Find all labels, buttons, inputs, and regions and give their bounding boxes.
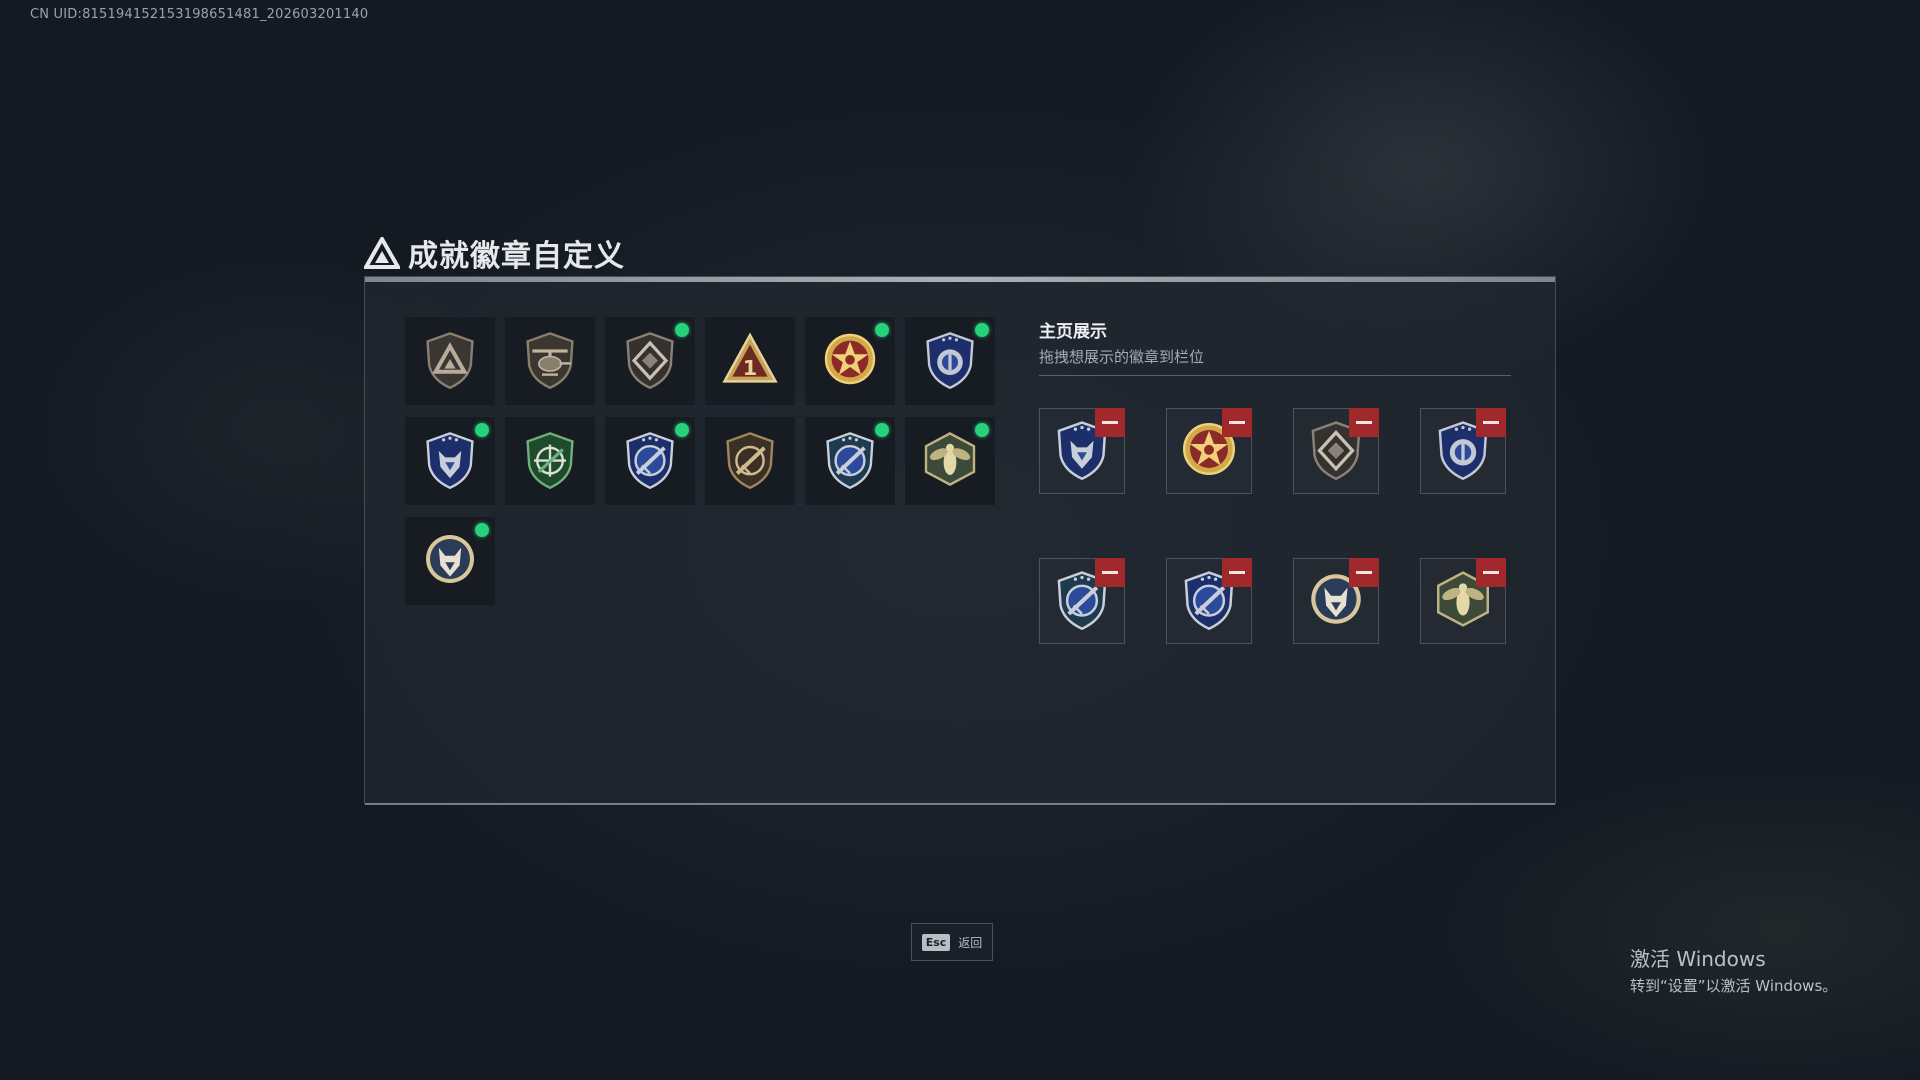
svg-text:1: 1 xyxy=(743,356,757,380)
blue-rifle-shield-badge-icon xyxy=(618,427,682,495)
minus-icon xyxy=(1356,421,1372,424)
badge-slot[interactable] xyxy=(605,417,695,505)
badge-slot[interactable] xyxy=(405,417,495,505)
badge-slot[interactable] xyxy=(905,317,995,405)
showcase-slot[interactable] xyxy=(1420,558,1506,644)
new-indicator-dot xyxy=(675,323,689,337)
remove-badge-button[interactable] xyxy=(1476,558,1506,587)
badge-slot[interactable] xyxy=(605,317,695,405)
new-indicator-dot xyxy=(975,423,989,437)
new-indicator-dot xyxy=(675,423,689,437)
showcase-slot[interactable] xyxy=(1039,408,1125,494)
helicopter-badge-icon xyxy=(518,327,582,395)
badge-inventory-grid: 1 xyxy=(405,317,1005,605)
triangle-logo-icon xyxy=(364,237,400,269)
hornet-hexagon-badge-icon xyxy=(918,427,982,495)
activation-subtitle: 转到“设置”以激活 Windows。 xyxy=(1630,977,1838,995)
minus-icon xyxy=(1102,571,1118,574)
green-crosshair-badge-icon xyxy=(518,427,582,495)
showcase-slot[interactable] xyxy=(1166,408,1252,494)
showcase-title: 主页展示 xyxy=(1039,322,1107,342)
minus-icon xyxy=(1102,421,1118,424)
minus-icon xyxy=(1229,421,1245,424)
remove-badge-button[interactable] xyxy=(1222,408,1252,437)
showcase-slot[interactable] xyxy=(1293,408,1379,494)
remove-badge-button[interactable] xyxy=(1222,558,1252,587)
showcase-slot[interactable] xyxy=(1293,558,1379,644)
panel-top-border xyxy=(365,277,1555,282)
uid-label: CN UID:815194152153198651481_20260320114… xyxy=(30,7,369,22)
triangle-shield-badge-icon xyxy=(418,327,482,395)
minus-icon xyxy=(1356,571,1372,574)
remove-badge-button[interactable] xyxy=(1095,558,1125,587)
badge-slot[interactable] xyxy=(805,417,895,505)
windows-activation-watermark: 激活 Windows 转到“设置”以激活 Windows。 xyxy=(1630,943,1837,996)
panel-bottom-border xyxy=(365,803,1555,805)
number-one-triangle-badge-icon: 1 xyxy=(718,327,782,395)
page-title: 成就徽章自定义 xyxy=(408,239,625,274)
homepage-showcase: 主页展示 拖拽想展示的徽章到栏位 xyxy=(1039,317,1511,644)
teal-rifle-shield-badge-icon xyxy=(818,427,882,495)
showcase-subtitle: 拖拽想展示的徽章到栏位 xyxy=(1039,348,1205,366)
wolf-round-badge-icon xyxy=(418,527,482,595)
remove-badge-button[interactable] xyxy=(1349,408,1379,437)
badge-slot[interactable] xyxy=(505,417,595,505)
badge-slot[interactable] xyxy=(505,317,595,405)
new-indicator-dot xyxy=(875,423,889,437)
badge-slot[interactable]: 1 xyxy=(705,317,795,405)
badge-slot[interactable] xyxy=(705,417,795,505)
new-indicator-dot xyxy=(975,323,989,337)
bronze-rifle-shield-badge-icon xyxy=(718,427,782,495)
page-header: 成就徽章自定义 xyxy=(364,232,625,274)
new-indicator-dot xyxy=(875,323,889,337)
showcase-slot[interactable] xyxy=(1166,558,1252,644)
esc-key-icon: Esc xyxy=(921,933,951,951)
back-button[interactable]: Esc 返回 xyxy=(911,923,993,961)
remove-badge-button[interactable] xyxy=(1349,558,1379,587)
showcase-slot[interactable] xyxy=(1039,558,1125,644)
activation-title: 激活 Windows xyxy=(1630,947,1766,971)
minus-icon xyxy=(1483,571,1499,574)
new-indicator-dot xyxy=(475,423,489,437)
blue-wolf-shield-badge-icon xyxy=(418,427,482,495)
badge-slot[interactable] xyxy=(905,417,995,505)
showcase-slot-grid xyxy=(1039,408,1506,644)
badge-slot[interactable] xyxy=(805,317,895,405)
remove-badge-button[interactable] xyxy=(1476,408,1506,437)
remove-badge-button[interactable] xyxy=(1095,408,1125,437)
back-label: 返回 xyxy=(958,935,983,950)
new-indicator-dot xyxy=(475,523,489,537)
blue-crest-shield-badge-icon xyxy=(918,327,982,395)
badge-customize-panel: 1 主页展示 拖拽想展示的徽章到栏位 xyxy=(364,276,1556,805)
badge-slot[interactable] xyxy=(405,317,495,405)
showcase-slot[interactable] xyxy=(1420,408,1506,494)
diamond-crest-badge-icon xyxy=(618,327,682,395)
star-medal-badge-icon xyxy=(818,327,882,395)
showcase-divider xyxy=(1039,375,1511,376)
minus-icon xyxy=(1483,421,1499,424)
badge-slot[interactable] xyxy=(405,517,495,605)
minus-icon xyxy=(1229,571,1245,574)
